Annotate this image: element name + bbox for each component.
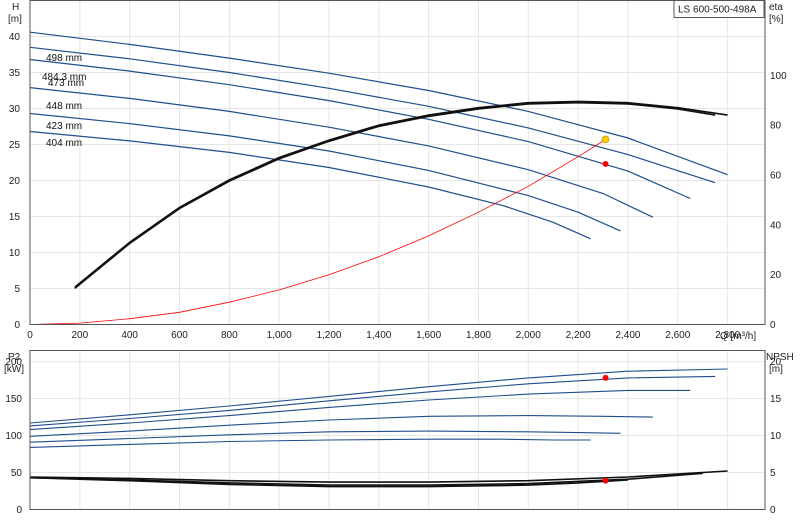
flow-axis-label: Q [m³/h] — [720, 331, 756, 342]
head-axis-unit: [m] — [8, 14, 22, 25]
eta-tick-label: 0 — [770, 320, 776, 331]
npsh-tick-label: 10 — [770, 431, 782, 442]
head-curve-label: 423 mm — [46, 121, 82, 132]
x-tick-label: 2,000 — [516, 330, 541, 341]
bottom-y-tick-labels-right: 05101520 — [770, 357, 782, 516]
pump-curve-chart: 498 mm 484.3 mm 473 mm 448 mm 423 mm 404 mm 0… — [0, 0, 800, 520]
eta-tick-label: 80 — [770, 121, 782, 132]
head-tick-label: 30 — [9, 104, 21, 115]
top-x-tick-labels: 0 200 400 600 800 1,000 1,200 1,400 1,600 1,800 2,… — [27, 330, 740, 341]
eta-axis-label: eta — [769, 2, 783, 13]
x-tick-label: 2,200 — [566, 330, 591, 341]
top-plot-frame — [29, 0, 766, 325]
head-tick-label: 35 — [9, 68, 21, 79]
x-tick-label: 1,200 — [316, 330, 341, 341]
top-grid — [29, 0, 765, 325]
npsh-axis-unit: [m] — [769, 364, 783, 375]
x-tick-label: 1,000 — [267, 330, 292, 341]
power-point-marker — [602, 374, 609, 381]
npsh-tick-label: 15 — [770, 394, 782, 405]
npsh-axis-label: NPSH — [766, 352, 794, 363]
top-y-tick-labels-right: 0 20 40 60 80 100 — [770, 71, 787, 331]
x-tick-label: 2,400 — [615, 330, 640, 341]
bottom-y-tick-labels-left: 050100150200 — [5, 357, 22, 516]
x-tick-label: 1,600 — [416, 330, 441, 341]
eta-axis-unit: [%] — [769, 14, 784, 25]
eta-tick-label: 60 — [770, 170, 782, 181]
power-tick-label: 150 — [5, 394, 22, 405]
x-tick-label: 1,800 — [466, 330, 491, 341]
head-curve — [29, 87, 654, 218]
head-curve — [29, 58, 691, 200]
head-curve — [29, 112, 621, 232]
power-tick-label: 50 — [11, 468, 23, 479]
duty-point-marker — [601, 135, 610, 144]
power-axis-unit: [kW] — [4, 364, 24, 375]
head-tick-label: 0 — [14, 320, 20, 331]
operating-point-marker — [602, 160, 609, 167]
npsh-point-marker — [602, 477, 609, 484]
head-curve-label: 473 mm — [48, 78, 84, 89]
head-curve-label: 498 mm — [46, 53, 82, 64]
npsh-curve — [29, 472, 703, 486]
x-tick-label: 1,400 — [366, 330, 391, 341]
head-tick-label: 25 — [9, 140, 21, 151]
head-tick-label: 40 — [9, 32, 21, 43]
x-tick-label: 2,600 — [665, 330, 690, 341]
chart-canvas: 498 mm484.3 mm473 mm448 mm423 mm404 mm 0… — [4, 0, 794, 516]
head-curve-label: 448 mm — [46, 101, 82, 112]
head-curve — [29, 46, 716, 184]
eta-tick-label: 20 — [770, 270, 782, 281]
npsh-tick-label: 0 — [770, 505, 776, 516]
eta-tick-label: 100 — [770, 71, 787, 82]
head-tick-label: 15 — [9, 212, 21, 223]
model-label: LS 600-500-498A — [678, 5, 757, 16]
eta-tick-label: 40 — [770, 220, 782, 231]
x-tick-label: 400 — [121, 330, 138, 341]
x-tick-label: 600 — [171, 330, 188, 341]
x-tick-label: 800 — [221, 330, 238, 341]
efficiency-curve — [74, 101, 716, 290]
power-tick-label: 100 — [5, 431, 22, 442]
power-tick-label: 0 — [16, 505, 22, 516]
head-curve-label: 404 mm — [46, 138, 82, 149]
power-axis-label: P2 — [8, 352, 21, 363]
head-tick-label: 10 — [9, 248, 21, 259]
x-tick-label: 0 — [27, 330, 33, 341]
top-y-tick-labels-left: 0 5 10 15 20 25 30 35 40 — [9, 32, 21, 331]
power-curve — [29, 389, 691, 431]
power-curve — [29, 438, 591, 448]
x-tick-label: 200 — [71, 330, 88, 341]
head-tick-label: 5 — [14, 284, 20, 295]
head-tick-label: 20 — [9, 176, 21, 187]
npsh-tick-label: 5 — [770, 468, 776, 479]
head-axis-label: H — [12, 2, 19, 13]
